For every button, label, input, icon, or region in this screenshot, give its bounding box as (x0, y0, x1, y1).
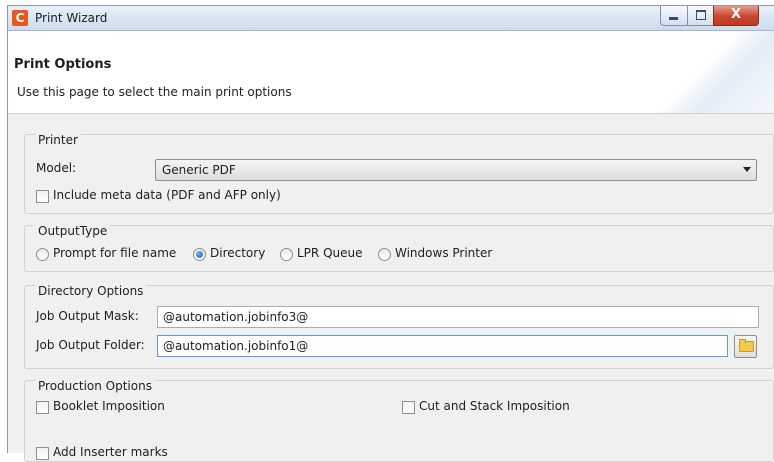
radio-prompt-file-name-label[interactable]: Prompt for file name (53, 246, 176, 260)
cut-stack-imposition-label[interactable]: Cut and Stack Imposition (419, 399, 570, 413)
minimize-button[interactable] (660, 6, 688, 26)
app-logo-icon: C (12, 10, 28, 26)
booklet-imposition-checkbox[interactable] (36, 401, 49, 414)
model-select[interactable]: Generic PDF (155, 159, 757, 181)
model-label: Model: (36, 161, 77, 175)
include-meta-checkbox[interactable] (36, 190, 49, 203)
job-output-folder-label: Job Output Folder: (36, 338, 145, 352)
close-button[interactable]: X (713, 6, 759, 26)
cut-stack-imposition-checkbox[interactable] (402, 401, 415, 414)
radio-windows-printer-label[interactable]: Windows Printer (395, 246, 492, 260)
add-inserter-marks-label[interactable]: Add Inserter marks (53, 445, 168, 459)
include-meta-label[interactable]: Include meta data (PDF and AFP only) (53, 188, 281, 202)
printer-group: Printer Model: Generic PDF Include meta … (24, 133, 774, 214)
radio-windows-printer[interactable] (378, 248, 391, 261)
chevron-down-icon (743, 167, 751, 172)
wizard-header: Print Options Use this page to select th… (8, 31, 774, 114)
page-title: Print Options (14, 57, 112, 72)
maximize-button[interactable] (687, 6, 714, 26)
radio-lpr-queue[interactable] (280, 248, 293, 261)
booklet-imposition-label[interactable]: Booklet Imposition (53, 399, 165, 413)
job-output-mask-value: @automation.jobinfo3@ (163, 310, 309, 324)
output-type-group: OutputType Prompt for file name Director… (24, 224, 774, 272)
window-title: Print Wizard (35, 11, 108, 25)
production-options-group: Production Options Booklet Imposition Cu… (24, 379, 774, 462)
job-output-folder-value: @automation.jobinfo1@ (163, 339, 309, 353)
directory-options-group: Directory Options Job Output Mask: @auto… (24, 284, 774, 369)
output-type-group-label: OutputType (35, 224, 111, 238)
production-options-group-label: Production Options (35, 379, 155, 393)
job-output-mask-input[interactable]: @automation.jobinfo3@ (157, 306, 759, 328)
radio-directory-label[interactable]: Directory (210, 246, 265, 260)
page-description: Use this page to select the main print o… (17, 85, 292, 99)
model-select-value: Generic PDF (162, 163, 236, 177)
maximize-icon (696, 10, 706, 20)
close-icon: X (730, 7, 742, 22)
job-output-mask-label: Job Output Mask: (36, 309, 139, 323)
printer-group-label: Printer (35, 133, 81, 147)
radio-lpr-queue-label[interactable]: LPR Queue (297, 246, 363, 260)
radio-directory[interactable] (193, 248, 206, 261)
minimize-icon (669, 17, 678, 20)
add-inserter-marks-checkbox[interactable] (36, 447, 49, 460)
job-output-folder-input[interactable]: @automation.jobinfo1@ (157, 335, 728, 357)
radio-prompt-file-name[interactable] (36, 248, 49, 261)
header-decoration (655, 31, 774, 113)
print-wizard-window: C Print Wizard X Print Options Use this … (7, 5, 774, 462)
folder-icon (739, 339, 754, 352)
directory-options-group-label: Directory Options (35, 284, 147, 298)
browse-folder-button[interactable] (734, 335, 757, 358)
title-bar[interactable]: C Print Wizard X (8, 6, 774, 31)
